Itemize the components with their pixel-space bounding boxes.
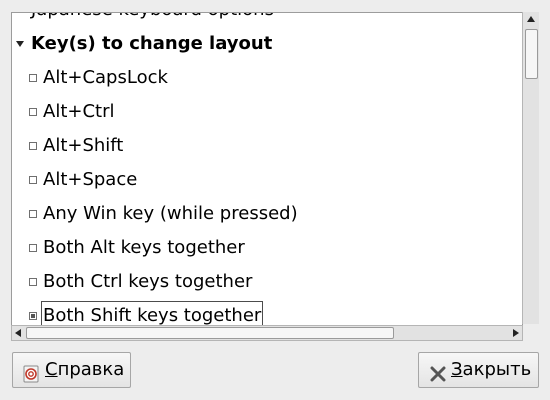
close-label-rest: акрыть: [462, 359, 532, 380]
option-alt-ctrl[interactable]: Alt+Ctrl: [12, 95, 522, 129]
close-mnemonic: З: [451, 359, 463, 380]
checkbox-icon[interactable]: [29, 176, 37, 184]
keyboard-options-dialog: Japanese keyboard options Key(s) to chan…: [0, 0, 550, 400]
checkbox-icon[interactable]: [29, 108, 37, 116]
help-button[interactable]: Справка: [12, 352, 131, 388]
scroll-right-arrow-icon[interactable]: [513, 329, 519, 337]
option-alt-capslock[interactable]: Alt+CapsLock: [12, 61, 522, 95]
option-label: Both Alt keys together: [43, 237, 245, 258]
tree-group-change-layout[interactable]: Key(s) to change layout: [12, 27, 522, 61]
option-label: Alt+Space: [43, 169, 138, 190]
close-icon: [429, 361, 447, 382]
help-icon: [22, 361, 40, 383]
option-label: Alt+Shift: [43, 135, 124, 156]
checkbox-icon[interactable]: [29, 278, 37, 286]
help-mnemonic: С: [45, 359, 58, 380]
vertical-scroll-thumb[interactable]: [525, 29, 538, 79]
help-label-rest: правка: [57, 359, 125, 380]
horizontal-scroll-thumb[interactable]: [26, 327, 394, 339]
option-alt-shift[interactable]: Alt+Shift: [12, 129, 522, 163]
vertical-scrollbar[interactable]: [522, 12, 539, 324]
tree-group-label: Key(s) to change layout: [31, 33, 273, 54]
close-button[interactable]: Закрыть: [418, 352, 539, 388]
help-button-label: Справка: [45, 353, 124, 387]
option-any-win-key[interactable]: Any Win key (while pressed): [12, 197, 522, 231]
option-both-alt[interactable]: Both Alt keys together: [12, 231, 522, 265]
checkbox-icon[interactable]: [29, 244, 37, 252]
checkbox-checked-icon[interactable]: [29, 312, 37, 320]
tree-row-japanese-options[interactable]: Japanese keyboard options: [12, 13, 522, 27]
tree-row-label: Japanese keyboard options: [31, 13, 274, 27]
checkbox-icon[interactable]: [29, 74, 37, 82]
option-label: Both Shift keys together: [40, 301, 264, 325]
scroll-up-arrow-icon[interactable]: [527, 16, 535, 22]
checkbox-icon[interactable]: [29, 142, 37, 150]
options-tree-content: Japanese keyboard options Key(s) to chan…: [12, 13, 522, 325]
checkbox-icon[interactable]: [29, 210, 37, 218]
option-label: Any Win key (while pressed): [43, 203, 298, 224]
option-label: Both Ctrl keys together: [43, 271, 253, 292]
horizontal-scrollbar[interactable]: [11, 325, 523, 341]
option-label: Alt+CapsLock: [43, 67, 168, 88]
scroll-left-arrow-icon[interactable]: [15, 329, 21, 337]
option-both-shift[interactable]: Both Shift keys together: [12, 299, 522, 325]
option-both-ctrl[interactable]: Both Ctrl keys together: [12, 265, 522, 299]
option-alt-space[interactable]: Alt+Space: [12, 163, 522, 197]
option-label: Alt+Ctrl: [43, 101, 115, 122]
expander-arrow-icon[interactable]: [16, 41, 24, 47]
options-tree[interactable]: Japanese keyboard options Key(s) to chan…: [11, 12, 523, 326]
close-button-label: Закрыть: [451, 353, 531, 387]
